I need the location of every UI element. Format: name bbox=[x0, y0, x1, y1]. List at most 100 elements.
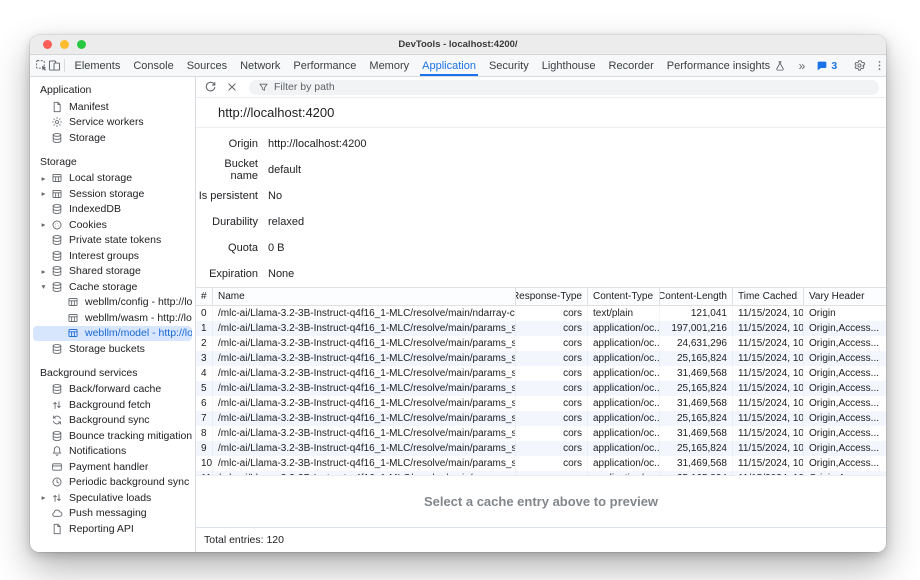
sidebar-item-payment-handler[interactable]: Payment handler bbox=[33, 459, 192, 475]
tab-network[interactable]: Network bbox=[234, 55, 287, 76]
sidebar-item-session-storage[interactable]: ▸Session storage bbox=[33, 186, 192, 202]
cache-entry-row[interactable]: 8/mlc-ai/Llama-3.2-3B-Instruct-q4f16_1-M… bbox=[196, 426, 886, 441]
tab-sources[interactable]: Sources bbox=[180, 55, 233, 76]
more-tabs-button[interactable]: » bbox=[793, 59, 812, 73]
cache-entry-row[interactable]: 6/mlc-ai/Llama-3.2-3B-Instruct-q4f16_1-M… bbox=[196, 396, 886, 411]
tab-elements[interactable]: Elements bbox=[68, 55, 127, 76]
tab-performance-insights[interactable]: Performance insights bbox=[660, 55, 792, 76]
sync-icon bbox=[50, 413, 64, 427]
sidebar-item-indexeddb[interactable]: IndexedDB bbox=[33, 202, 192, 218]
filter-by-path-input[interactable] bbox=[274, 81, 870, 93]
cache-entry-row[interactable]: 1/mlc-ai/Llama-3.2-3B-Instruct-q4f16_1-M… bbox=[196, 321, 886, 336]
sidebar-item-storage[interactable]: Storage bbox=[33, 130, 192, 146]
cell-vary-header: Origin,Access... bbox=[804, 456, 886, 471]
cell-content-length: 31,469,568 bbox=[660, 366, 733, 381]
sidebar-item-background-sync[interactable]: Background sync bbox=[33, 413, 192, 429]
sidebar-item-label: Background fetch bbox=[69, 399, 151, 411]
sidebar-item-background-fetch[interactable]: Background fetch bbox=[33, 397, 192, 413]
arrows-up-down-icon bbox=[50, 398, 64, 412]
database-icon bbox=[50, 264, 64, 278]
settings-gear-icon[interactable] bbox=[849, 59, 869, 72]
sidebar-item-webllm-config-http-loc[interactable]: webllm/config - http://loc... bbox=[33, 295, 192, 311]
column-header-response-type[interactable]: Response-Type bbox=[516, 288, 588, 305]
expander-expanded-icon[interactable]: ▾ bbox=[37, 282, 50, 291]
sidebar-item-shared-storage[interactable]: ▸Shared storage bbox=[33, 264, 192, 280]
sidebar-item-manifest[interactable]: Manifest bbox=[33, 99, 192, 115]
column-header-content-type[interactable]: Content-Type bbox=[588, 288, 660, 305]
window-title: DevTools - localhost:4200/ bbox=[398, 39, 517, 50]
sidebar-item-push-messaging[interactable]: Push messaging bbox=[33, 506, 192, 522]
expander-collapsed-icon[interactable]: ▸ bbox=[37, 220, 50, 229]
cell-content-type: application/oc... bbox=[588, 411, 660, 426]
cache-entry-row[interactable]: 10/mlc-ai/Llama-3.2-3B-Instruct-q4f16_1-… bbox=[196, 456, 886, 471]
database-icon bbox=[50, 233, 64, 247]
tab-security[interactable]: Security bbox=[482, 55, 535, 76]
sidebar-item-bounce-tracking-mitigations[interactable]: Bounce tracking mitigations bbox=[33, 428, 192, 444]
sidebar-item-service-workers[interactable]: Service workers bbox=[33, 115, 192, 131]
minimize-window-button[interactable] bbox=[60, 40, 69, 49]
zoom-window-button[interactable] bbox=[77, 40, 86, 49]
sidebar-item-notifications[interactable]: Notifications bbox=[33, 444, 192, 460]
sidebar-item-webllm-wasm-http-loca[interactable]: webllm/wasm - http://loca... bbox=[33, 310, 192, 326]
field-row-origin: Originhttp://localhost:4200 bbox=[196, 131, 886, 157]
cache-entry-row[interactable]: 0/mlc-ai/Llama-3.2-3B-Instruct-q4f16_1-M… bbox=[196, 306, 886, 321]
sidebar-item-local-storage[interactable]: ▸Local storage bbox=[33, 171, 192, 187]
column-header-content-length[interactable]: Content-Length bbox=[660, 288, 733, 305]
cell-response-type: cors bbox=[516, 396, 588, 411]
sidebar-item-label: Service workers bbox=[69, 116, 144, 128]
cell-vary-header: Origin,Access... bbox=[804, 336, 886, 351]
sidebar-item-periodic-background-sync[interactable]: Periodic background sync bbox=[33, 475, 192, 491]
cache-entry-row[interactable]: 3/mlc-ai/Llama-3.2-3B-Instruct-q4f16_1-M… bbox=[196, 351, 886, 366]
tab-lighthouse[interactable]: Lighthouse bbox=[535, 55, 602, 76]
column-header-time-cached[interactable]: Time Cached bbox=[733, 288, 804, 305]
tab-performance[interactable]: Performance bbox=[287, 55, 363, 76]
sidebar-item-interest-groups[interactable]: Interest groups bbox=[33, 248, 192, 264]
inspect-element-icon[interactable] bbox=[35, 55, 48, 76]
cell-response-type: cors bbox=[516, 351, 588, 366]
close-window-button[interactable] bbox=[43, 40, 52, 49]
sidebar-item-private-state-tokens[interactable]: Private state tokens bbox=[33, 233, 192, 249]
sidebar-item-label: webllm/config - http://loc... bbox=[85, 296, 192, 308]
expander-collapsed-icon[interactable]: ▸ bbox=[37, 174, 50, 183]
refresh-icon[interactable] bbox=[200, 78, 220, 96]
tab-memory[interactable]: Memory bbox=[363, 55, 416, 76]
column-header-name[interactable]: Name bbox=[213, 288, 516, 305]
column-header-index[interactable]: # bbox=[196, 288, 213, 305]
cell-content-length: 25,165,824 bbox=[660, 411, 733, 426]
sidebar-item-label: webllm/model - http://loc... bbox=[85, 327, 192, 339]
cell-index: 1 bbox=[196, 321, 213, 336]
sidebar-item-webllm-model-http-loc[interactable]: webllm/model - http://loc... bbox=[33, 326, 192, 342]
expander-collapsed-icon[interactable]: ▸ bbox=[37, 189, 50, 198]
sidebar-item-back-forward-cache[interactable]: Back/forward cache bbox=[33, 382, 192, 398]
tab-label: Lighthouse bbox=[542, 60, 596, 72]
cache-entry-row[interactable]: 9/mlc-ai/Llama-3.2-3B-Instruct-q4f16_1-M… bbox=[196, 441, 886, 456]
tabbar-right-controls: » 3 bbox=[793, 55, 886, 76]
sidebar-item-label: Private state tokens bbox=[69, 234, 161, 246]
tab-console[interactable]: Console bbox=[127, 55, 180, 76]
column-header-vary-header[interactable]: Vary Header bbox=[804, 288, 886, 305]
cell-index: 5 bbox=[196, 381, 213, 396]
cache-entry-row[interactable]: 7/mlc-ai/Llama-3.2-3B-Instruct-q4f16_1-M… bbox=[196, 411, 886, 426]
cache-entry-row[interactable]: 4/mlc-ai/Llama-3.2-3B-Instruct-q4f16_1-M… bbox=[196, 366, 886, 381]
sidebar-item-cookies[interactable]: ▸Cookies bbox=[33, 217, 192, 233]
sidebar-item-storage-buckets[interactable]: Storage buckets bbox=[33, 341, 192, 357]
delete-selected-icon[interactable] bbox=[222, 78, 242, 96]
expander-collapsed-icon[interactable]: ▸ bbox=[37, 267, 50, 276]
cache-entry-row[interactable]: 2/mlc-ai/Llama-3.2-3B-Instruct-q4f16_1-M… bbox=[196, 336, 886, 351]
tab-application[interactable]: Application bbox=[416, 55, 483, 76]
toggle-device-toolbar-icon[interactable] bbox=[48, 55, 61, 76]
sidebar-item-speculative-loads[interactable]: ▸Speculative loads bbox=[33, 490, 192, 506]
sidebar-item-reporting-api[interactable]: Reporting API bbox=[33, 521, 192, 537]
sidebar-item-cache-storage[interactable]: ▾Cache storage bbox=[33, 279, 192, 295]
expander-collapsed-icon[interactable]: ▸ bbox=[37, 493, 50, 502]
cache-metadata-fields: Originhttp://localhost:4200Bucket namede… bbox=[196, 128, 886, 287]
field-label: Origin bbox=[196, 138, 258, 150]
kebab-menu-icon[interactable] bbox=[869, 59, 886, 72]
sidebar-item-label: Notifications bbox=[69, 445, 126, 457]
table-icon bbox=[66, 311, 80, 325]
cache-entry-row[interactable]: 5/mlc-ai/Llama-3.2-3B-Instruct-q4f16_1-M… bbox=[196, 381, 886, 396]
cell-time-cached: 11/15/2024, 10... bbox=[733, 456, 804, 471]
tab-recorder[interactable]: Recorder bbox=[602, 55, 660, 76]
messages-count: 3 bbox=[831, 60, 837, 72]
issues-messages-button[interactable]: 3 bbox=[811, 60, 842, 72]
